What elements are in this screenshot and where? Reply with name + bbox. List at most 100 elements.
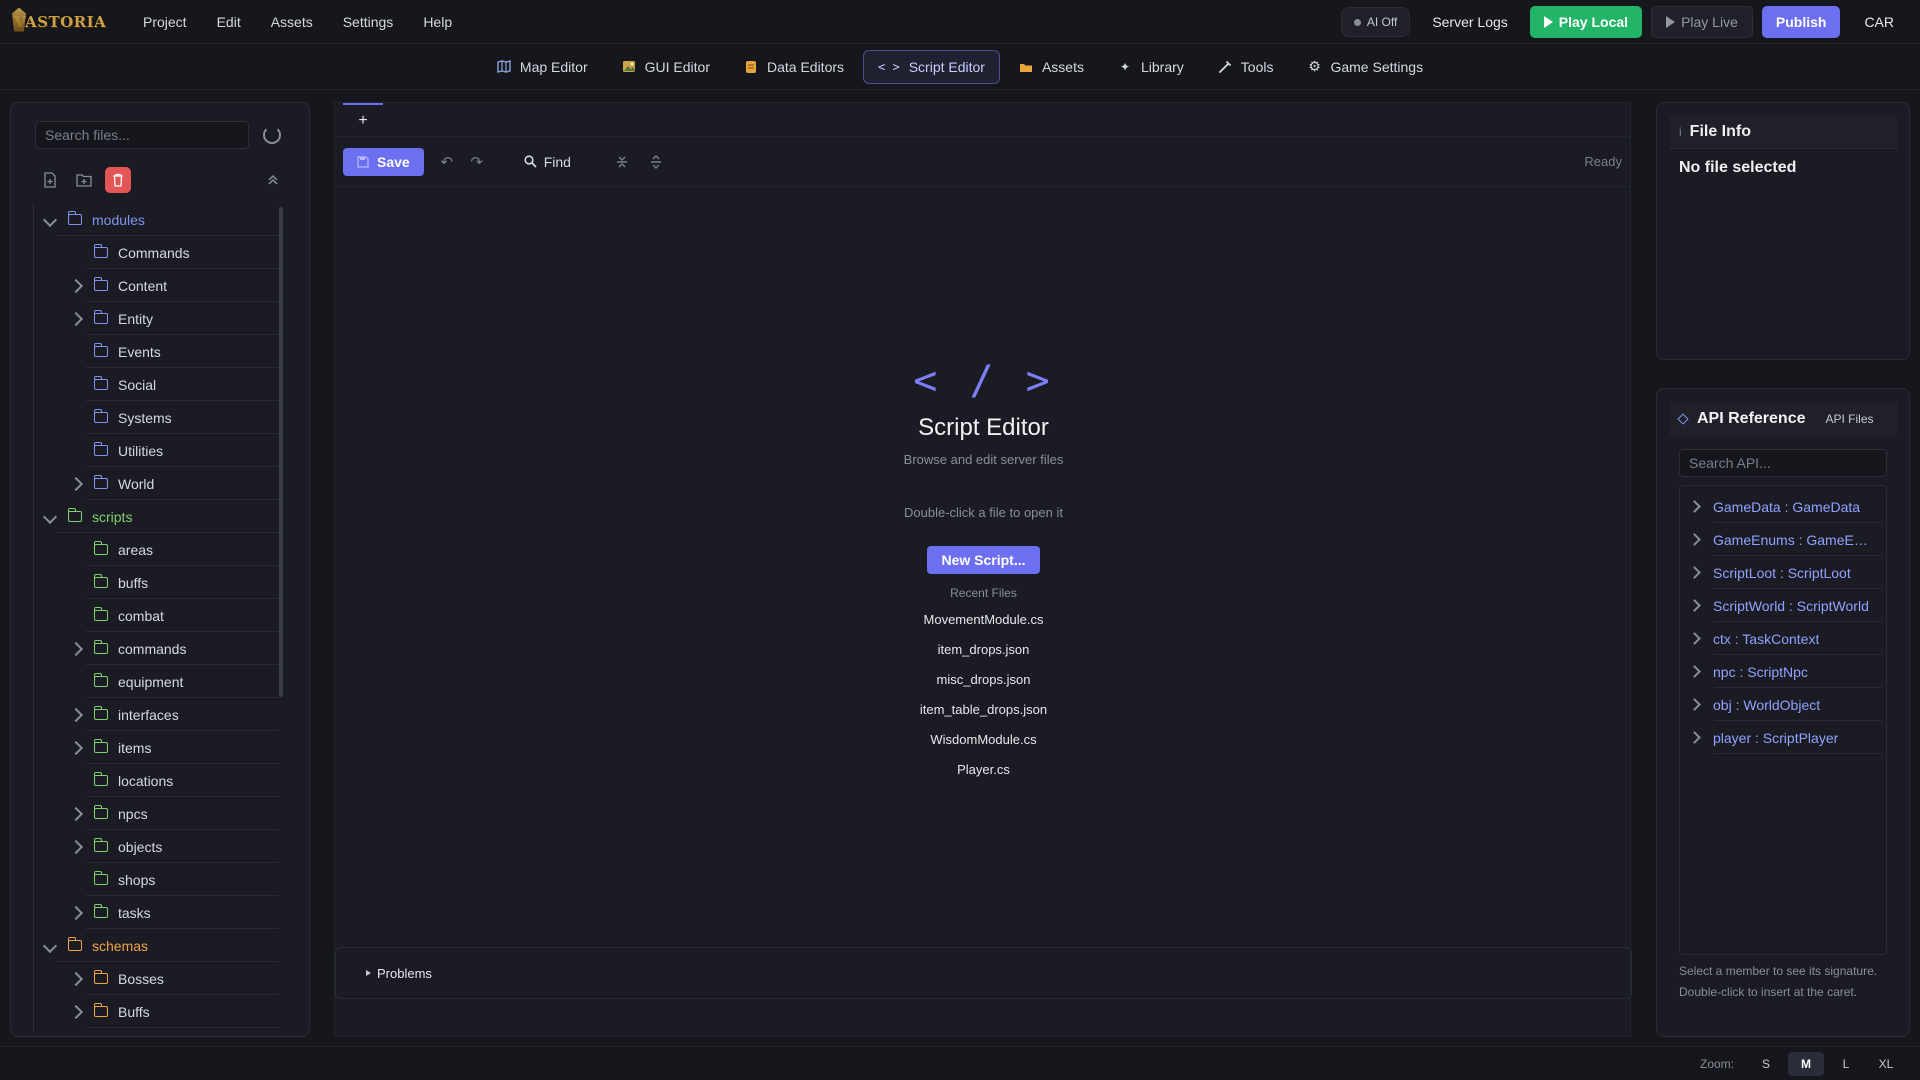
chevron-right-icon[interactable] xyxy=(1688,731,1701,744)
api-member-item[interactable]: npc : ScriptNpc xyxy=(1680,655,1886,688)
zoom-m-button[interactable]: M xyxy=(1788,1051,1824,1076)
tree-folder[interactable]: Entity xyxy=(34,302,279,335)
tree-folder[interactable]: equipment xyxy=(34,665,279,698)
tree-folder[interactable]: combat xyxy=(34,599,279,632)
server-logs-button[interactable]: Server Logs xyxy=(1432,14,1507,30)
collapse-all-icon[interactable] xyxy=(267,173,279,189)
zoom-xl-button[interactable]: XL xyxy=(1868,1052,1904,1076)
file-tree-scrollbar[interactable] xyxy=(279,207,283,697)
chevron-right-icon[interactable] xyxy=(68,311,84,326)
tree-folder[interactable]: locations xyxy=(34,764,279,797)
add-tab-button[interactable]: + xyxy=(343,103,383,137)
chevron-right-icon[interactable] xyxy=(68,905,84,920)
chevron-right-icon[interactable] xyxy=(68,740,84,755)
chevron-right-icon[interactable] xyxy=(68,1004,84,1019)
chevron-right-icon[interactable] xyxy=(68,278,84,293)
new-script-button[interactable]: New Script... xyxy=(927,546,1040,574)
tree-folder-root[interactable]: schemas xyxy=(34,929,279,962)
api-member-item[interactable]: ScriptWorld : ScriptWorld xyxy=(1680,589,1886,622)
api-member-item[interactable]: GameData : GameData xyxy=(1680,490,1886,523)
delete-button[interactable] xyxy=(105,167,131,193)
chevron-right-icon[interactable] xyxy=(1688,665,1701,678)
api-member-item[interactable]: GameEnums : GameEnums xyxy=(1680,523,1886,556)
tree-folder[interactable]: tasks xyxy=(34,896,279,929)
tab-gui-editor[interactable]: GUI Editor xyxy=(607,50,725,84)
tree-folder[interactable]: Utilities xyxy=(34,434,279,467)
chevron-down-icon[interactable] xyxy=(42,938,58,953)
api-search-input[interactable] xyxy=(1679,449,1887,477)
chevron-right-icon[interactable] xyxy=(1688,500,1701,513)
tree-folder[interactable]: Commands xyxy=(34,236,279,269)
tab-script-editor[interactable]: < > Script Editor xyxy=(863,49,1000,84)
play-local-button[interactable]: Play Local xyxy=(1529,6,1643,38)
tab-assets[interactable]: Assets xyxy=(1004,50,1099,84)
refresh-icon[interactable] xyxy=(263,126,281,144)
api-member-item[interactable]: player : ScriptPlayer xyxy=(1680,721,1886,754)
tree-folder[interactable]: Content xyxy=(34,269,279,302)
chevron-right-icon[interactable] xyxy=(1688,632,1701,645)
tab-library[interactable]: ✦ Library xyxy=(1103,50,1199,84)
chevron-right-icon[interactable] xyxy=(68,971,84,986)
chevron-right-icon[interactable] xyxy=(1688,599,1701,612)
play-live-button[interactable]: Play Live xyxy=(1651,6,1753,38)
tree-folder-root[interactable]: scripts xyxy=(34,500,279,533)
tab-tools[interactable]: Tools xyxy=(1203,50,1289,84)
chevron-right-icon[interactable] xyxy=(68,806,84,821)
tree-folder[interactable]: Buffs xyxy=(34,995,279,1028)
tree-folder[interactable]: items xyxy=(34,731,279,764)
chevron-right-icon[interactable] xyxy=(68,839,84,854)
api-member-item[interactable]: ScriptLoot : ScriptLoot xyxy=(1680,556,1886,589)
recent-file-link[interactable]: item_drops.json xyxy=(335,640,1632,660)
tree-folder[interactable]: World xyxy=(34,467,279,500)
undo-icon[interactable]: ↶ xyxy=(434,149,460,175)
api-member-item[interactable]: obj : WorldObject xyxy=(1680,688,1886,721)
tree-folder[interactable]: commands xyxy=(34,632,279,665)
tree-folder[interactable]: Bosses xyxy=(34,962,279,995)
tree-folder[interactable]: Systems xyxy=(34,401,279,434)
tree-folder[interactable]: Social xyxy=(34,368,279,401)
chevron-right-icon[interactable] xyxy=(1688,698,1701,711)
save-button[interactable]: Save xyxy=(343,147,424,176)
fold-all-icon[interactable] xyxy=(609,149,635,175)
zoom-l-button[interactable]: L xyxy=(1828,1052,1864,1076)
recent-file-link[interactable]: Player.cs xyxy=(335,760,1632,780)
tree-folder[interactable]: shops xyxy=(34,863,279,896)
new-file-button[interactable] xyxy=(37,167,63,193)
tree-folder-root[interactable]: modules xyxy=(34,203,279,236)
recent-file-link[interactable]: WisdomModule.cs xyxy=(335,730,1632,750)
tree-folder[interactable]: areas xyxy=(34,533,279,566)
api-reference-title[interactable]: API Reference xyxy=(1697,410,1806,428)
file-search-input[interactable] xyxy=(35,121,249,149)
menu-edit[interactable]: Edit xyxy=(202,14,256,30)
recent-file-link[interactable]: MovementModule.cs xyxy=(335,610,1632,630)
zoom-s-button[interactable]: S xyxy=(1748,1052,1784,1076)
menu-project[interactable]: Project xyxy=(128,14,202,30)
chevron-down-icon[interactable] xyxy=(42,212,58,227)
ai-toggle[interactable]: AI Off xyxy=(1340,7,1411,37)
api-files-tab[interactable]: API Files xyxy=(1826,412,1874,426)
chevron-right-icon[interactable] xyxy=(68,641,84,656)
chevron-right-icon[interactable] xyxy=(1688,533,1701,546)
recent-file-link[interactable]: misc_drops.json xyxy=(335,670,1632,690)
chevron-down-icon[interactable] xyxy=(42,509,58,524)
tree-folder[interactable]: buffs xyxy=(34,566,279,599)
tree-folder[interactable]: objects xyxy=(34,830,279,863)
api-member-item[interactable]: ctx : TaskContext xyxy=(1680,622,1886,655)
tab-game-settings[interactable]: ⚙ Game Settings xyxy=(1292,50,1438,84)
menu-settings[interactable]: Settings xyxy=(328,14,409,30)
chevron-right-icon[interactable] xyxy=(1688,566,1701,579)
tab-map-editor[interactable]: Map Editor xyxy=(482,50,603,84)
find-button[interactable]: Find xyxy=(524,154,571,170)
new-folder-button[interactable] xyxy=(71,167,97,193)
problems-panel[interactable]: Problems xyxy=(335,947,1632,999)
tree-folder[interactable]: npcs xyxy=(34,797,279,830)
tab-data-editors[interactable]: Data Editors xyxy=(729,50,859,84)
redo-icon[interactable]: ↷ xyxy=(464,149,490,175)
tree-folder[interactable]: Events xyxy=(34,335,279,368)
recent-file-link[interactable]: item_table_drops.json xyxy=(335,700,1632,720)
app-logo[interactable]: VASTORIA xyxy=(12,6,106,38)
menu-help[interactable]: Help xyxy=(408,14,467,30)
chevron-right-icon[interactable] xyxy=(68,476,84,491)
publish-button[interactable]: Publish xyxy=(1761,6,1841,38)
user-menu[interactable]: CAR xyxy=(1864,14,1894,30)
